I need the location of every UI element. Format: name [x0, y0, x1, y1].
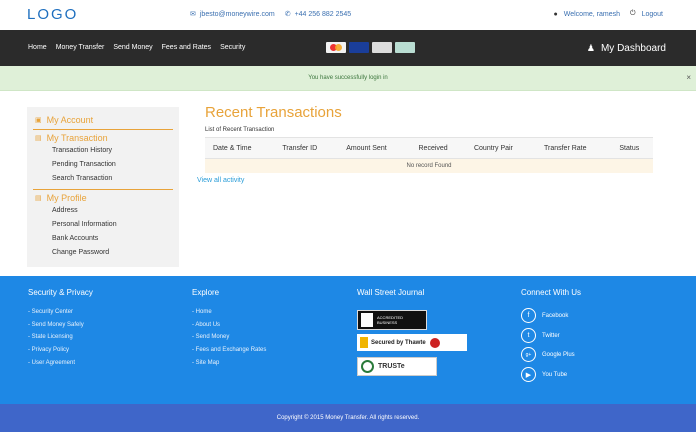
- copyright-bar: Copyright © 2015 Money Transfer. All rig…: [0, 404, 696, 432]
- footer-link[interactable]: - State Licensing: [28, 334, 93, 347]
- divider: [33, 189, 173, 190]
- footer: Security & Privacy - Security Center - S…: [0, 276, 696, 404]
- top-bar: LOGO ✉ jbesto@moneywire.com ✆ +44 256 88…: [0, 0, 696, 30]
- user-icon: ♟: [586, 43, 595, 53]
- footer-link[interactable]: - Send Money: [192, 334, 266, 347]
- table-caption: List of Recent Transaction: [205, 127, 275, 133]
- sidebar-item-my-transaction[interactable]: ▤ My Transaction: [35, 133, 108, 143]
- main-nav: Home Money Transfer Send Money Fees and …: [0, 30, 696, 66]
- column-header: Date & Time: [205, 137, 275, 159]
- column-header: Status: [611, 137, 653, 159]
- sidebar-item-label: My Account: [46, 115, 94, 125]
- sidebar-item-search-transaction[interactable]: Search Transaction: [52, 175, 112, 182]
- footer-security-column: Security & Privacy - Security Center - S…: [28, 288, 93, 372]
- social-label: You Tube: [542, 371, 568, 378]
- column-header: Country Pair: [465, 137, 536, 159]
- social-facebook[interactable]: f Facebook: [521, 308, 568, 323]
- sidebar-item-bank-accounts[interactable]: Bank Accounts: [52, 235, 98, 242]
- facebook-icon: f: [521, 308, 536, 323]
- alert-message: You have successfully login in: [308, 75, 388, 81]
- footer-link[interactable]: - Site Map: [192, 360, 266, 373]
- nav-item-money-transfer[interactable]: Money Transfer: [56, 44, 105, 51]
- payment-cards: [326, 42, 415, 53]
- account-icon: ▣: [35, 117, 42, 124]
- truste-badge[interactable]: TRUSTe: [357, 357, 437, 376]
- column-header: Amount Sent: [338, 137, 411, 159]
- empty-message: No record Found: [205, 158, 653, 173]
- close-icon[interactable]: ×: [686, 73, 691, 82]
- nav-item-fees-rates[interactable]: Fees and Rates: [162, 44, 211, 51]
- footer-link[interactable]: - Send Money Safely: [28, 322, 93, 335]
- page-title: Recent Transactions: [205, 104, 342, 121]
- copyright-text: Copyright © 2015 Money Transfer. All rig…: [276, 415, 420, 421]
- view-all-link[interactable]: View all activity: [197, 177, 244, 184]
- footer-heading: Explore: [192, 288, 220, 297]
- divider: [33, 129, 173, 130]
- transactions-table: Date & Time Transfer ID Amount Sent Rece…: [205, 137, 653, 173]
- social-twitter[interactable]: t Twitter: [521, 328, 560, 343]
- sidebar-item-personal-information[interactable]: Personal Information: [52, 221, 117, 228]
- footer-link[interactable]: - Fees and Exchange Rates: [192, 347, 266, 360]
- user-links: ● Welcome, ramesh ⏻ Logout: [554, 10, 663, 18]
- logout-link[interactable]: Logout: [642, 11, 663, 18]
- footer-connect-column: Connect With Us: [521, 288, 581, 309]
- sidebar-item-pending-transaction[interactable]: Pending Transaction: [52, 161, 116, 168]
- generic-card-icon: [395, 42, 415, 53]
- nav-menu: Home Money Transfer Send Money Fees and …: [28, 44, 245, 51]
- footer-link[interactable]: - Security Center: [28, 309, 93, 322]
- user-icon: ●: [553, 10, 558, 18]
- social-youtube[interactable]: ▶ You Tube: [521, 367, 567, 382]
- youtube-icon: ▶: [521, 367, 536, 382]
- power-icon: ⏻: [630, 10, 636, 17]
- sidebar-item-transaction-history[interactable]: Transaction History: [52, 147, 112, 154]
- amex-icon: [372, 42, 392, 53]
- contact-email[interactable]: jbesto@moneywire.com: [200, 11, 275, 18]
- table-row: No record Found: [205, 158, 653, 173]
- column-header: Received: [410, 137, 466, 159]
- contact-phone: +44 256 882 2545: [294, 10, 352, 18]
- contact-info: ✉ jbesto@moneywire.com ✆ +44 256 882 254…: [190, 10, 352, 19]
- footer-wsj-column: Wall Street Journal: [357, 288, 424, 309]
- footer-link[interactable]: - Home: [192, 309, 266, 322]
- footer-link[interactable]: - Privacy Policy: [28, 347, 93, 360]
- social-label: Facebook: [542, 312, 569, 319]
- social-label: Twitter: [542, 332, 560, 339]
- footer-link[interactable]: - About Us: [192, 322, 266, 335]
- dashboard-link[interactable]: ♟ My Dashboard: [587, 43, 666, 54]
- thawte-secured-badge[interactable]: Secured by Thawte: [357, 334, 467, 351]
- column-header: Transfer ID: [274, 137, 339, 159]
- social-google-plus[interactable]: g+ Google Plus: [521, 347, 575, 362]
- success-alert: You have successfully login in ×: [0, 66, 696, 91]
- bbb-accredited-badge[interactable]: ACCREDITED BUSINESS: [357, 310, 427, 330]
- welcome-text: Welcome, ramesh: [563, 10, 621, 18]
- footer-heading: Security & Privacy: [28, 288, 93, 297]
- sidebar-item-address[interactable]: Address: [52, 207, 78, 214]
- nav-item-security[interactable]: Security: [220, 44, 245, 51]
- logo[interactable]: LOGO: [27, 6, 78, 23]
- column-header: Transfer Rate: [535, 137, 612, 159]
- email-icon: ✉: [190, 11, 196, 18]
- sidebar-item-label: My Transaction: [46, 133, 108, 143]
- profile-icon: ▤: [35, 195, 42, 202]
- sidebar-item-my-profile[interactable]: ▤ My Profile: [35, 193, 87, 203]
- dashboard-label: My Dashboard: [600, 43, 666, 54]
- sidebar-item-label: My Profile: [46, 193, 87, 203]
- footer-link[interactable]: - User Agreement: [28, 360, 93, 373]
- footer-heading: Connect With Us: [521, 288, 582, 297]
- visa-icon: [349, 42, 369, 53]
- transaction-icon: ▤: [35, 135, 42, 142]
- mastercard-icon: [326, 42, 346, 53]
- account-sidebar: ▣ My Account ▤ My Transaction Transactio…: [27, 107, 179, 267]
- footer-heading: Wall Street Journal: [357, 288, 425, 297]
- sidebar-item-change-password[interactable]: Change Password: [52, 249, 109, 256]
- sidebar-item-my-account[interactable]: ▣ My Account: [35, 115, 93, 125]
- phone-icon: ✆: [284, 11, 291, 18]
- table-header-row: Date & Time Transfer ID Amount Sent Rece…: [205, 137, 653, 159]
- footer-explore-column: Explore - Home - About Us - Send Money -…: [192, 288, 266, 372]
- social-label: Google Plus: [542, 351, 575, 358]
- nav-item-home[interactable]: Home: [28, 44, 47, 51]
- nav-item-send-money[interactable]: Send Money: [113, 44, 152, 51]
- twitter-icon: t: [521, 328, 536, 343]
- google-plus-icon: g+: [521, 347, 536, 362]
